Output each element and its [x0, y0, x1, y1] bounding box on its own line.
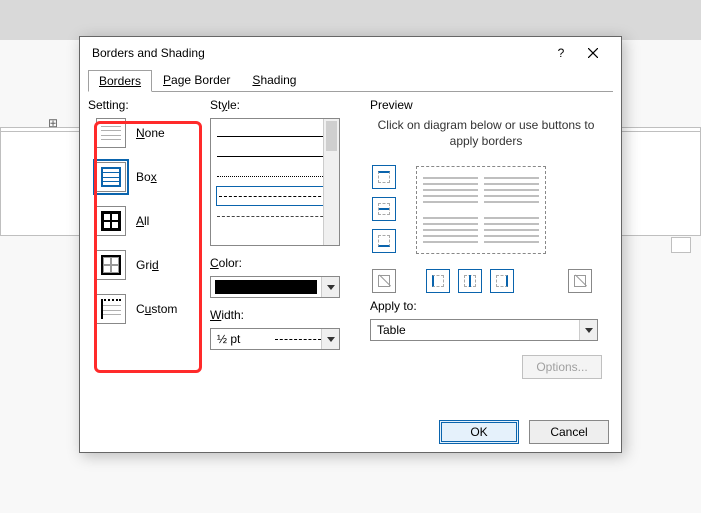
border-right-button[interactable]: [490, 269, 514, 293]
ok-button[interactable]: OK: [439, 420, 519, 444]
setting-all-label: All: [136, 214, 149, 228]
borders-shading-dialog: Borders and Shading ? Borders Page Borde…: [79, 36, 622, 453]
tab-shading[interactable]: Shading: [241, 69, 307, 91]
border-bottom-button[interactable]: [372, 229, 396, 253]
table-anchor-icon[interactable]: [47, 117, 59, 129]
cancel-button[interactable]: Cancel: [529, 420, 609, 444]
preview-area: [370, 161, 602, 291]
setting-column: Setting: None Box All Grid Custom: [88, 98, 204, 338]
grid-icon: [96, 250, 126, 280]
dialog-footer: OK Cancel: [80, 412, 621, 452]
width-combo[interactable]: ½ pt: [210, 328, 340, 350]
setting-custom[interactable]: Custom: [96, 294, 204, 324]
border-diag-down-button[interactable]: [372, 269, 396, 293]
all-icon: [96, 206, 126, 236]
border-mid-v-button[interactable]: [458, 269, 482, 293]
annotation-highlight: [94, 121, 202, 373]
tab-strip: Borders Page Border Shading: [88, 69, 613, 92]
setting-grid-label: Grid: [136, 258, 159, 272]
setting-grid[interactable]: Grid: [96, 250, 204, 280]
chevron-down-icon: [321, 329, 339, 349]
box-icon: [96, 162, 126, 192]
style-option-dash[interactable]: [217, 187, 333, 205]
style-option-solid[interactable]: [217, 127, 333, 145]
tab-content: Setting: None Box All Grid Custom: [80, 92, 621, 412]
preview-hint: Click on diagram below or use buttons to…: [370, 118, 602, 149]
tab-page-border[interactable]: Page Border: [152, 69, 241, 91]
setting-none-label: None: [136, 126, 165, 140]
close-button[interactable]: [577, 37, 609, 69]
border-top-button[interactable]: [372, 165, 396, 189]
border-diag-up-button[interactable]: [568, 269, 592, 293]
options-button: Options...: [522, 355, 602, 379]
chevron-down-icon: [579, 320, 597, 340]
custom-icon: [96, 294, 126, 324]
setting-none[interactable]: None: [96, 118, 204, 148]
style-option-dash-small[interactable]: [217, 207, 333, 225]
dialog-title: Borders and Shading: [92, 46, 545, 60]
apply-label: Apply to:: [370, 299, 602, 313]
setting-box[interactable]: Box: [96, 162, 204, 192]
setting-label: Setting:: [88, 98, 204, 112]
style-option-dots[interactable]: [217, 167, 333, 185]
border-mid-h-button[interactable]: [372, 197, 396, 221]
preview-diagram[interactable]: [416, 166, 546, 254]
apply-to-value: Table: [371, 323, 579, 337]
preview-column: Preview Click on diagram below or use bu…: [370, 98, 602, 341]
color-swatch: [215, 280, 317, 294]
color-combo[interactable]: [210, 276, 340, 298]
style-column: Style: Color: Width: ½ pt: [210, 98, 360, 350]
chevron-down-icon: [321, 277, 339, 297]
apply-row: Apply to: Table: [370, 299, 602, 341]
none-icon: [96, 118, 126, 148]
style-option-thin[interactable]: [217, 147, 333, 165]
width-label: Width:: [210, 308, 360, 322]
width-value: ½ pt: [211, 332, 269, 346]
apply-to-combo[interactable]: Table: [370, 319, 598, 341]
help-button[interactable]: ?: [545, 37, 577, 69]
close-icon: [588, 48, 598, 58]
scrollbar-thumb[interactable]: [326, 121, 337, 151]
color-label: Color:: [210, 256, 360, 270]
border-left-button[interactable]: [426, 269, 450, 293]
setting-custom-label: Custom: [136, 302, 177, 316]
preview-label: Preview: [370, 98, 602, 112]
style-listbox[interactable]: [210, 118, 340, 246]
width-preview-line: [275, 339, 321, 340]
setting-all[interactable]: All: [96, 206, 204, 236]
titlebar: Borders and Shading ?: [80, 37, 621, 69]
tab-borders[interactable]: Borders: [88, 70, 152, 92]
setting-box-label: Box: [136, 170, 157, 184]
style-label: Style:: [210, 98, 360, 112]
style-scrollbar[interactable]: [323, 119, 339, 245]
